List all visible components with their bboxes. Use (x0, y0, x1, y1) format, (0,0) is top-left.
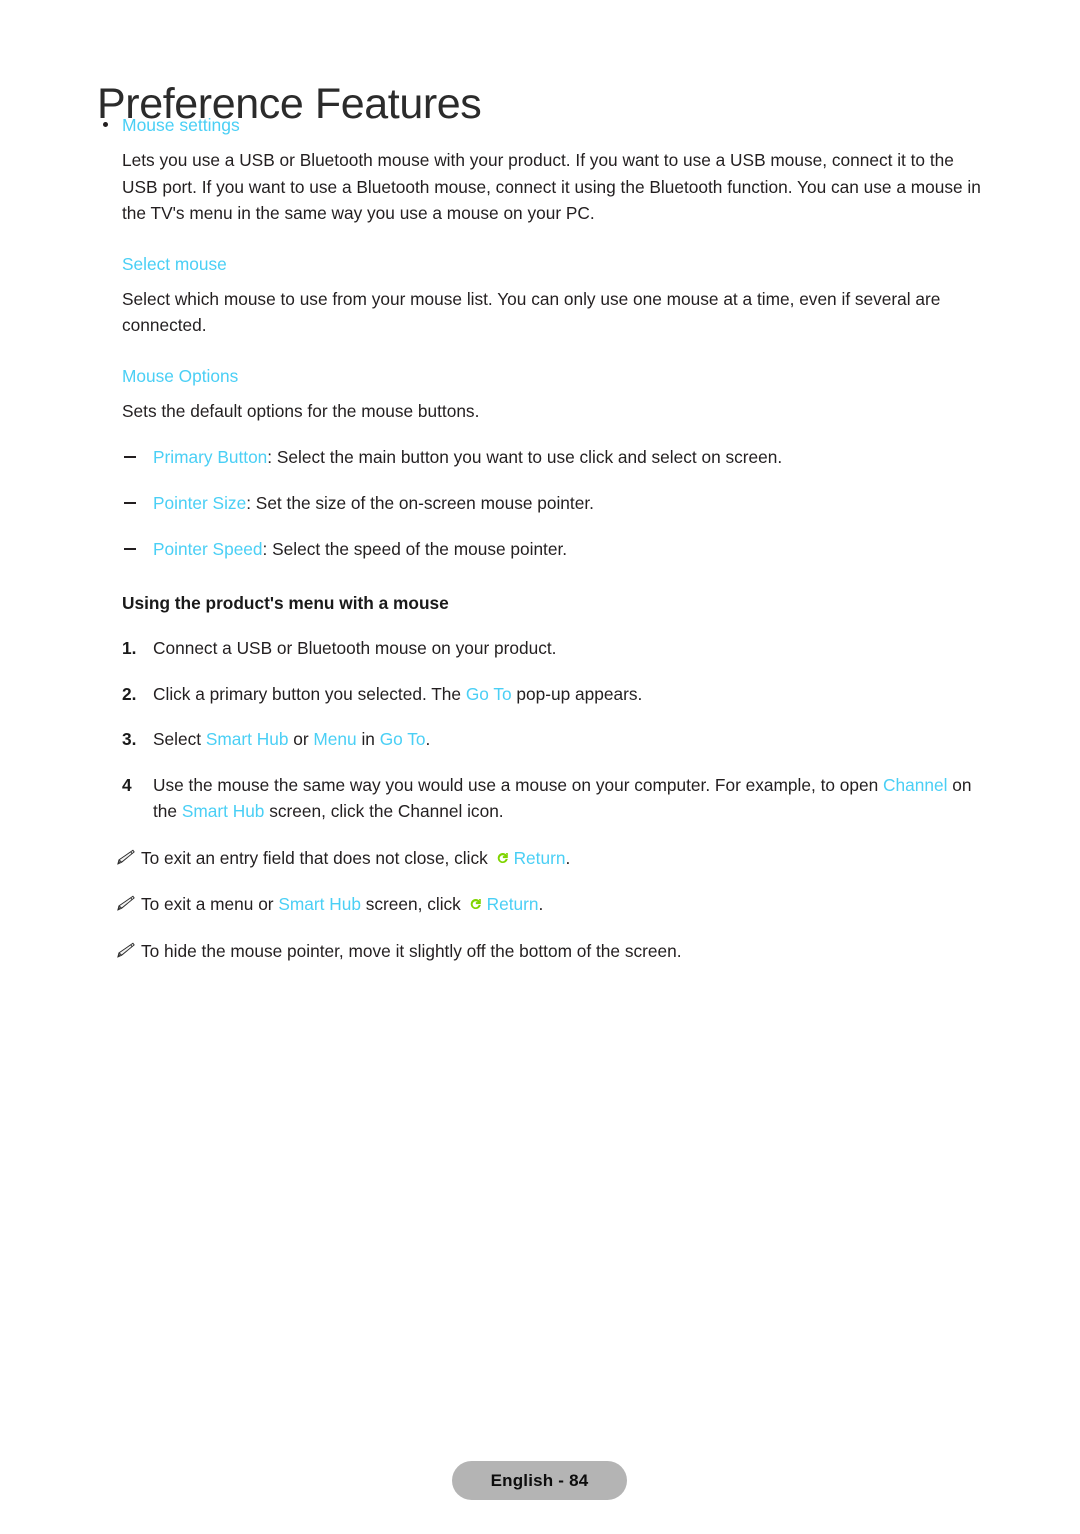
mouse-option-item: Pointer Size: Set the size of the on-scr… (97, 490, 987, 516)
note-item: To exit a menu or Smart Hub screen, clic… (97, 891, 987, 918)
highlight-term: Smart Hub (205, 729, 289, 749)
paragraph-select-mouse: Select which mouse to use from your mous… (122, 288, 941, 336)
highlight-term: Return (513, 847, 566, 868)
highlight-term: Go To (465, 683, 512, 704)
return-arrow-icon (470, 898, 481, 910)
step-number: 1. (122, 638, 137, 658)
pencil-note-icon (117, 942, 135, 958)
step-number: 3. (122, 729, 137, 749)
mouse-options-list: Primary Button: Select the main button y… (97, 444, 987, 562)
highlight-term: Go To (379, 729, 426, 749)
body-text: . (538, 894, 544, 914)
highlight-term: Menu (313, 729, 357, 749)
step-number: 2. (122, 683, 137, 704)
pencil-note-icon (117, 849, 135, 865)
body-text: . (565, 847, 571, 868)
body-text: Select (153, 729, 206, 749)
dash-bullet-icon (124, 548, 136, 550)
bullet-dot-icon (103, 122, 108, 127)
note-item: To exit an entry field that does not clo… (97, 845, 987, 872)
heading-text: Mouse settings (122, 115, 240, 135)
highlight-term: Return (486, 894, 539, 914)
option-term: Primary Button (153, 447, 268, 467)
body-text: To exit an entry field that does not clo… (141, 847, 493, 868)
page-footer-badge: English - 84 (452, 1461, 627, 1500)
step-item: 1. Connect a USB or Bluetooth mouse on yo… (97, 635, 987, 662)
step-item: 3. Select Smart Hub or Menu in Go To. (97, 726, 987, 753)
footer-label: English - 84 (490, 1470, 589, 1490)
highlight-term: Smart Hub (278, 894, 361, 914)
paragraph-mouse-options: Sets the default options for the mouse b… (122, 400, 480, 421)
step-number: 4 (122, 774, 132, 795)
body-text: or (288, 729, 314, 749)
mouse-option-item: Pointer Speed: Select the speed of the m… (97, 536, 987, 562)
step-item: 4 Use the mouse the same way you would us… (97, 772, 987, 825)
body-text: To exit a menu or (141, 894, 279, 914)
notes-list: To exit an entry field that does not clo… (97, 845, 987, 965)
section-heading-using-menu: Using the product's menu with a mouse (122, 593, 449, 613)
section-heading-mouse-settings: Mouse settings (97, 112, 987, 138)
body-text: screen, click the Channel icon. (264, 801, 504, 821)
highlight-term: Smart Hub (181, 801, 265, 821)
option-description: : Select the speed of the mouse pointer. (262, 539, 568, 559)
body-text: Use the mouse the same way you would use… (153, 774, 884, 795)
document-page: Preference Features Mouse settings Lets … (0, 0, 1080, 1534)
option-description: : Set the size of the on-screen mouse po… (246, 493, 594, 513)
mouse-option-item: Primary Button: Select the main button y… (97, 444, 987, 470)
step-item: 2. Click a primary button you selected. T… (97, 681, 987, 708)
body-text: . (425, 729, 431, 749)
body-text: Click a primary button you selected. The (153, 683, 466, 704)
dash-bullet-icon (124, 456, 136, 458)
body-text: pop-up appears. (511, 683, 643, 704)
option-term: Pointer Size (153, 493, 247, 513)
option-term: Pointer Speed (153, 539, 263, 559)
body-text: in (356, 729, 380, 749)
numbered-steps-list: 1. Connect a USB or Bluetooth mouse on yo… (97, 635, 987, 825)
section-heading-mouse-options: Mouse Options (122, 365, 239, 386)
body-text: Connect a USB or Bluetooth mouse on your… (153, 638, 557, 658)
dash-bullet-icon (124, 502, 136, 504)
body-text: To hide the mouse pointer, move it sligh… (141, 940, 682, 961)
return-arrow-icon (497, 852, 508, 863)
paragraph-mouse-settings: Lets you use a USB or Bluetooth mouse wi… (122, 150, 981, 223)
page-content: Mouse settings Lets you use a USB or Blu… (97, 112, 987, 964)
section-heading-select-mouse: Select mouse (122, 253, 227, 274)
note-item: To hide the mouse pointer, move it sligh… (97, 938, 987, 965)
highlight-term: Channel (883, 774, 948, 795)
option-description: : Select the main button you want to use… (267, 447, 783, 467)
body-text: screen, click (360, 894, 466, 914)
pencil-note-icon (117, 895, 135, 911)
